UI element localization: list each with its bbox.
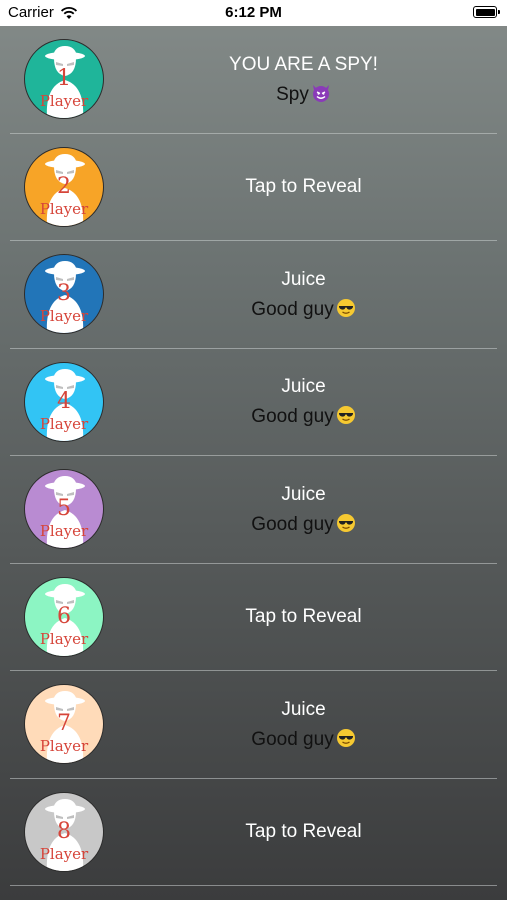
player-label: Player [39,737,89,755]
role-line-1: Tap to Reveal [245,606,362,628]
player-number: 2 [57,173,71,199]
player-label: Player [39,522,89,540]
player-number: 4 [57,388,71,414]
role-line-1: Tap to Reveal [245,821,362,843]
player-label: Player [39,199,89,218]
battery-icon [473,6,500,18]
sunglasses-face-icon [336,298,355,317]
role-line-2: Good guy [251,295,355,325]
sunglasses-face-icon [336,513,355,532]
role-line-1: YOU ARE A SPY! [229,53,378,75]
role-line-1: Juice [281,268,326,290]
role-line-1: Juice [281,376,326,398]
player-avatar[interactable]: 1 Player [24,39,104,119]
role-line-2-text: Good guy [251,513,334,535]
player-number: 3 [57,281,71,306]
player-avatar[interactable]: 3 Player [24,254,104,334]
role-line-2: Spy [276,80,331,110]
player-number: 6 [57,603,71,629]
player-label: Player [39,844,89,863]
player-row[interactable]: 2 Player Tap to Reveal [0,134,507,242]
role-line-2: Good guy [251,510,355,540]
sunglasses-face-icon [336,728,355,747]
role-reveal[interactable]: Tap to Reveal [120,564,487,672]
role-reveal[interactable]: Tap to Reveal [120,134,487,242]
status-bar: Carrier 6:12 PM [0,0,507,26]
role-line-2-text: Spy [276,83,309,105]
smiling-devil-icon [312,84,329,102]
player-avatar[interactable]: 4 Player [24,361,104,442]
player-avatar[interactable]: 8 Player [24,791,104,872]
player-avatar[interactable]: 2 Player [24,146,104,227]
role-line-1: Juice [281,483,326,505]
player-number: 8 [57,818,71,844]
role-line-2-text: Good guy [251,298,334,320]
role-line-2-text: Good guy [251,728,334,750]
player-row[interactable]: 1 Player YOU ARE A SPY! Spy [0,26,507,134]
role-reveal[interactable]: Tap to Reveal [120,779,487,887]
sunglasses-face-icon [336,406,355,425]
player-avatar[interactable]: 5 Player [24,469,104,549]
player-row[interactable]: 5 Player Juice Good guy [0,456,507,564]
role-line-1: Tap to Reveal [245,176,362,198]
role-reveal[interactable]: Juice Good guy [120,241,487,349]
player-label: Player [39,92,89,110]
player-avatar[interactable]: 6 Player [24,576,104,657]
player-number: 7 [57,711,71,736]
status-time: 6:12 PM [225,4,282,21]
player-number: 5 [57,496,71,521]
player-row[interactable]: 7 Player Juice Good guy [0,671,507,779]
role-reveal[interactable]: Juice Good guy [120,671,487,779]
player-row[interactable]: 4 Player Juice Good guy [0,349,507,457]
role-line-2-text: Good guy [251,406,334,428]
player-avatar[interactable]: 7 Player [24,684,104,764]
player-row[interactable]: 6 Player Tap to Reveal [0,564,507,672]
player-label: Player [39,629,89,648]
player-number: 1 [57,66,71,91]
player-list[interactable]: 1 Player YOU ARE A SPY! Spy 2 Player Tap to R… [0,26,507,886]
role-line-2: Good guy [251,402,355,432]
role-line-2: Good guy [251,725,355,755]
player-row[interactable]: 3 Player Juice Good guy [0,241,507,349]
player-row[interactable]: 8 Player Tap to Reveal [0,779,507,887]
role-reveal[interactable]: Juice Good guy [120,349,487,457]
player-label: Player [39,307,89,325]
role-reveal[interactable]: Juice Good guy [120,456,487,564]
role-reveal[interactable]: YOU ARE A SPY! Spy [120,26,487,134]
player-label: Player [39,414,89,433]
role-line-1: Juice [281,698,326,720]
